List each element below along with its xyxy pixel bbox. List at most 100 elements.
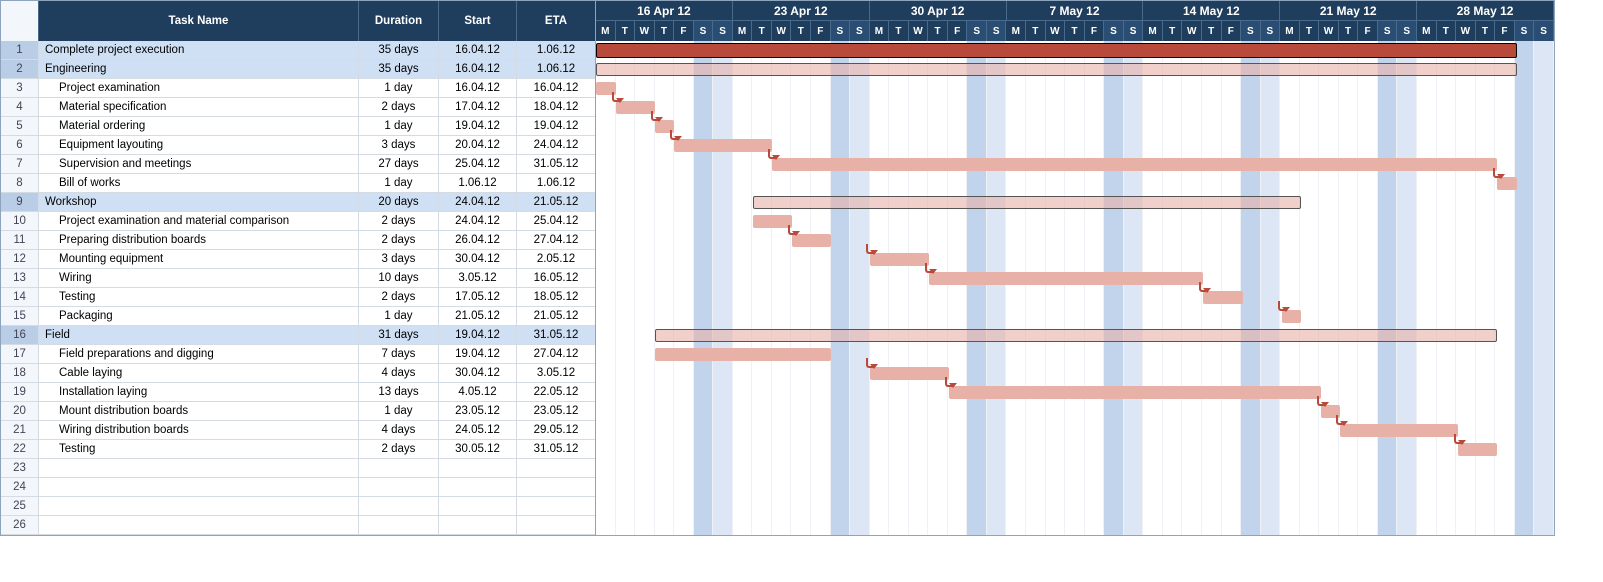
task-name-cell[interactable] <box>39 516 359 534</box>
header-eta[interactable]: ETA <box>517 1 595 41</box>
table-row[interactable]: 2Engineering35 days16.04.121.06.12 <box>1 60 595 79</box>
duration-cell[interactable]: 2 days <box>359 231 439 249</box>
duration-cell[interactable]: 1 day <box>359 174 439 192</box>
table-row[interactable]: 4Material specification2 days17.04.1218.… <box>1 98 595 117</box>
eta-cell[interactable]: 1.06.12 <box>517 41 595 59</box>
table-row[interactable]: 22Testing2 days30.05.1231.05.12 <box>1 440 595 459</box>
table-row[interactable]: 8Bill of works1 day1.06.121.06.12 <box>1 174 595 193</box>
table-row[interactable]: 16Field31 days19.04.1231.05.12 <box>1 326 595 345</box>
start-cell[interactable]: 24.04.12 <box>439 212 517 230</box>
table-row[interactable]: 11Preparing distribution boards2 days26.… <box>1 231 595 250</box>
task-name-cell[interactable]: Testing <box>39 440 359 458</box>
start-cell[interactable]: 20.04.12 <box>439 136 517 154</box>
table-row[interactable]: 14Testing2 days17.05.1218.05.12 <box>1 288 595 307</box>
eta-cell[interactable]: 2.05.12 <box>517 250 595 268</box>
table-row[interactable]: 26 <box>1 516 595 535</box>
task-name-cell[interactable]: Material specification <box>39 98 359 116</box>
duration-cell[interactable]: 2 days <box>359 212 439 230</box>
start-cell[interactable]: 24.05.12 <box>439 421 517 439</box>
task-name-cell[interactable]: Cable laying <box>39 364 359 382</box>
task-bar[interactable] <box>949 386 1321 399</box>
task-name-cell[interactable]: Supervision and meetings <box>39 155 359 173</box>
start-cell[interactable]: 30.05.12 <box>439 440 517 458</box>
duration-cell[interactable]: 2 days <box>359 288 439 306</box>
task-bar[interactable] <box>929 272 1203 285</box>
task-name-cell[interactable]: Project examination and material compari… <box>39 212 359 230</box>
task-name-cell[interactable]: Equipment layouting <box>39 136 359 154</box>
table-row[interactable]: 1Complete project execution35 days16.04.… <box>1 41 595 60</box>
eta-cell[interactable]: 23.05.12 <box>517 402 595 420</box>
task-name-cell[interactable]: Wiring distribution boards <box>39 421 359 439</box>
eta-cell[interactable]: 18.04.12 <box>517 98 595 116</box>
start-cell[interactable]: 16.04.12 <box>439 79 517 97</box>
eta-cell[interactable]: 19.04.12 <box>517 117 595 135</box>
task-name-cell[interactable] <box>39 478 359 496</box>
eta-cell[interactable]: 27.04.12 <box>517 345 595 363</box>
table-row[interactable]: 10Project examination and material compa… <box>1 212 595 231</box>
start-cell[interactable]: 19.04.12 <box>439 345 517 363</box>
header-start[interactable]: Start <box>439 1 517 41</box>
task-bar[interactable] <box>655 348 831 361</box>
task-bar[interactable] <box>674 139 772 152</box>
task-name-cell[interactable]: Field preparations and digging <box>39 345 359 363</box>
start-cell[interactable]: 16.04.12 <box>439 60 517 78</box>
summary-bar[interactable] <box>596 43 1517 58</box>
task-bar[interactable] <box>870 253 929 266</box>
eta-cell[interactable]: 16.04.12 <box>517 79 595 97</box>
duration-cell[interactable]: 1 day <box>359 117 439 135</box>
eta-cell[interactable]: 31.05.12 <box>517 440 595 458</box>
duration-cell[interactable] <box>359 459 439 477</box>
duration-cell[interactable]: 20 days <box>359 193 439 211</box>
task-name-cell[interactable]: Field <box>39 326 359 344</box>
table-row[interactable]: 19Installation laying13 days4.05.1222.05… <box>1 383 595 402</box>
eta-cell[interactable]: 31.05.12 <box>517 155 595 173</box>
start-cell[interactable]: 3.05.12 <box>439 269 517 287</box>
task-name-cell[interactable]: Installation laying <box>39 383 359 401</box>
table-row[interactable]: 13Wiring10 days3.05.1216.05.12 <box>1 269 595 288</box>
eta-cell[interactable]: 31.05.12 <box>517 326 595 344</box>
task-bar[interactable] <box>870 367 948 380</box>
duration-cell[interactable]: 1 day <box>359 307 439 325</box>
start-cell[interactable]: 30.04.12 <box>439 364 517 382</box>
start-cell[interactable]: 25.04.12 <box>439 155 517 173</box>
start-cell[interactable]: 4.05.12 <box>439 383 517 401</box>
start-cell[interactable]: 24.04.12 <box>439 193 517 211</box>
duration-cell[interactable]: 27 days <box>359 155 439 173</box>
table-row[interactable]: 18Cable laying4 days30.04.123.05.12 <box>1 364 595 383</box>
duration-cell[interactable] <box>359 497 439 515</box>
eta-cell[interactable]: 24.04.12 <box>517 136 595 154</box>
start-cell[interactable]: 21.05.12 <box>439 307 517 325</box>
start-cell[interactable]: 17.05.12 <box>439 288 517 306</box>
table-row[interactable]: 7Supervision and meetings27 days25.04.12… <box>1 155 595 174</box>
start-cell[interactable]: 30.04.12 <box>439 250 517 268</box>
table-row[interactable]: 25 <box>1 497 595 516</box>
start-cell[interactable]: 1.06.12 <box>439 174 517 192</box>
task-name-cell[interactable]: Bill of works <box>39 174 359 192</box>
start-cell[interactable] <box>439 478 517 496</box>
table-row[interactable]: 24 <box>1 478 595 497</box>
duration-cell[interactable] <box>359 516 439 534</box>
table-row[interactable]: 15Packaging1 day21.05.1221.05.12 <box>1 307 595 326</box>
duration-cell[interactable]: 7 days <box>359 345 439 363</box>
duration-cell[interactable]: 3 days <box>359 136 439 154</box>
duration-cell[interactable]: 2 days <box>359 98 439 116</box>
start-cell[interactable]: 19.04.12 <box>439 117 517 135</box>
start-cell[interactable]: 16.04.12 <box>439 41 517 59</box>
task-name-cell[interactable]: Engineering <box>39 60 359 78</box>
duration-cell[interactable]: 1 day <box>359 79 439 97</box>
duration-cell[interactable]: 4 days <box>359 364 439 382</box>
duration-cell[interactable]: 10 days <box>359 269 439 287</box>
task-name-cell[interactable]: Workshop <box>39 193 359 211</box>
table-row[interactable]: 6Equipment layouting3 days20.04.1224.04.… <box>1 136 595 155</box>
eta-cell[interactable]: 27.04.12 <box>517 231 595 249</box>
task-name-cell[interactable]: Packaging <box>39 307 359 325</box>
start-cell[interactable]: 19.04.12 <box>439 326 517 344</box>
table-row[interactable]: 23 <box>1 459 595 478</box>
eta-cell[interactable] <box>517 478 595 496</box>
task-name-cell[interactable] <box>39 497 359 515</box>
start-cell[interactable] <box>439 459 517 477</box>
task-name-cell[interactable]: Wiring <box>39 269 359 287</box>
summary-bar[interactable] <box>596 63 1517 76</box>
start-cell[interactable]: 23.05.12 <box>439 402 517 420</box>
eta-cell[interactable]: 18.05.12 <box>517 288 595 306</box>
